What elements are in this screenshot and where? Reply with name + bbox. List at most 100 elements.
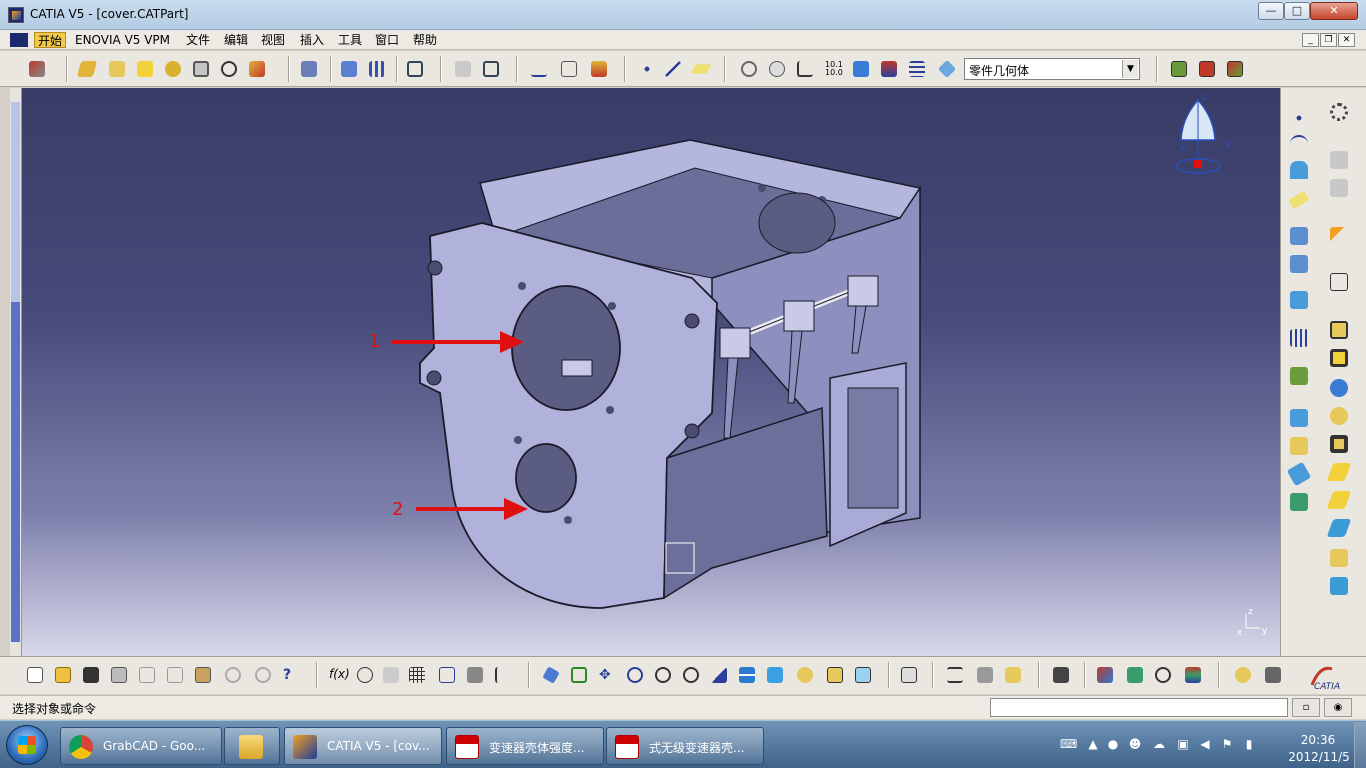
select-cursor-icon[interactable] — [1327, 224, 1351, 248]
view-mode-icon-2[interactable] — [1196, 58, 1218, 80]
measure-icon[interactable] — [588, 58, 610, 80]
measure-between-icon[interactable] — [944, 664, 966, 686]
groove-icon[interactable] — [162, 58, 184, 80]
show-hidden-icons-icon[interactable]: ▲ — [1086, 737, 1100, 751]
menu-start[interactable]: 开始 — [34, 32, 67, 48]
pad-icon[interactable] — [76, 58, 98, 80]
command-input[interactable] — [990, 698, 1288, 717]
pocket-icon[interactable] — [106, 58, 128, 80]
show-desktop-button[interactable] — [1354, 722, 1366, 768]
formula-icon[interactable]: f(x) — [326, 664, 350, 686]
cut-icon[interactable] — [136, 664, 158, 686]
render-icon[interactable] — [1182, 664, 1204, 686]
shaft-icon[interactable] — [1327, 376, 1351, 400]
knowledge-icon[interactable] — [380, 664, 402, 686]
analysis-icon[interactable] — [878, 58, 900, 80]
spline-icon[interactable] — [1287, 132, 1311, 156]
hole-icon[interactable] — [190, 58, 212, 80]
shaft-icon[interactable] — [134, 58, 156, 80]
material-icon[interactable] — [936, 58, 958, 80]
scene-icon[interactable] — [1152, 664, 1174, 686]
taskbar-item-chrome[interactable]: GrabCAD - Goo... — [60, 727, 222, 765]
3d-viewport[interactable]: 1 2 z x y z x y — [22, 88, 1280, 656]
network-icon[interactable]: ▮ — [1242, 737, 1256, 751]
geometry-body-select[interactable]: 零件几何体 ▼ — [964, 58, 1140, 80]
measure-inertia-icon[interactable] — [1002, 664, 1024, 686]
mechanism-icon[interactable] — [1262, 664, 1284, 686]
mdi-minimize-button[interactable]: _ — [1302, 33, 1319, 47]
view-mode-icon-1[interactable] — [1168, 58, 1190, 80]
sketch-plane-icon[interactable] — [1287, 188, 1311, 212]
print-icon[interactable] — [108, 664, 130, 686]
lock-icon[interactable] — [464, 664, 486, 686]
constraint-icon[interactable] — [480, 58, 502, 80]
fit-all-icon[interactable] — [404, 58, 426, 80]
point-icon[interactable] — [1287, 106, 1311, 130]
save-icon[interactable] — [80, 664, 102, 686]
text-annotation-icon[interactable] — [528, 58, 550, 80]
sectioning-icon[interactable] — [898, 664, 920, 686]
mdi-close-button[interactable]: ✕ — [1338, 33, 1355, 47]
measure-item-icon[interactable] — [974, 664, 996, 686]
gearbox-housing-model[interactable] — [419, 139, 921, 609]
pan-hand-icon[interactable] — [766, 58, 788, 80]
stiffener-icon[interactable] — [1326, 516, 1352, 540]
command-run-button[interactable]: ◉ — [1324, 698, 1352, 717]
menu-view[interactable]: 视图 — [258, 32, 288, 48]
fit-all-in-icon[interactable] — [568, 664, 590, 686]
open-folder-icon[interactable] — [52, 664, 74, 686]
rotate-icon[interactable] — [624, 664, 646, 686]
list-icon[interactable] — [906, 58, 928, 80]
grid-icon[interactable] — [1287, 326, 1311, 350]
normal-view-icon[interactable] — [708, 664, 730, 686]
command-history-button[interactable]: ▫ — [1292, 698, 1320, 717]
zoom-out-icon[interactable] — [680, 664, 702, 686]
zoom-in-icon[interactable] — [652, 664, 674, 686]
plane-icon[interactable] — [690, 58, 712, 80]
menu-tools[interactable]: 工具 — [335, 32, 365, 48]
scrollbar-thumb[interactable] — [11, 102, 20, 302]
axis-system-icon[interactable] — [794, 58, 816, 80]
start-button[interactable] — [6, 725, 48, 765]
pad-icon[interactable] — [1327, 318, 1351, 342]
line-icon[interactable] — [662, 58, 684, 80]
catia-app-icon[interactable] — [8, 7, 24, 23]
document-icon[interactable] — [10, 33, 28, 47]
pan-icon[interactable]: ✥ — [596, 664, 618, 686]
multi-view-icon[interactable] — [736, 664, 758, 686]
taskbar-item-explorer[interactable] — [224, 727, 280, 765]
menu-edit[interactable]: 编辑 — [221, 32, 251, 48]
multi-section-icon[interactable] — [1327, 546, 1351, 570]
remove-section-icon[interactable] — [1327, 574, 1351, 598]
view-mode-icon-3[interactable] — [1224, 58, 1246, 80]
iso-view-icon[interactable] — [764, 664, 786, 686]
cloud-icon[interactable]: ☁ — [1152, 737, 1166, 751]
fly-mode-icon[interactable] — [540, 664, 562, 686]
clock-time[interactable]: 20:36 — [1288, 733, 1348, 747]
sketch-analysis-icon[interactable] — [452, 58, 474, 80]
slot-icon[interactable] — [1326, 488, 1352, 512]
rib-icon[interactable] — [1326, 460, 1352, 484]
paste-icon[interactable] — [192, 664, 214, 686]
close-button[interactable]: ✕ — [1310, 2, 1358, 20]
menu-window[interactable]: 窗口 — [372, 32, 402, 48]
hole-icon[interactable] — [1327, 432, 1351, 456]
taskbar-item-catia[interactable]: CATIA V5 - [cov... — [284, 727, 442, 765]
sketch-icon[interactable] — [1327, 270, 1351, 294]
comment-icon[interactable] — [354, 664, 376, 686]
body-icon-1[interactable] — [1287, 224, 1311, 248]
hierarchy-icon[interactable] — [436, 664, 458, 686]
help-icon[interactable]: ? — [280, 664, 302, 686]
clock-date[interactable]: 2012/11/5 — [1286, 750, 1352, 764]
constraint-icon[interactable] — [1287, 364, 1311, 388]
taskbar-item-pdf-2[interactable]: 式无级变速器壳... — [606, 727, 764, 765]
body-icon-2[interactable] — [1287, 252, 1311, 276]
redo-icon[interactable] — [252, 664, 274, 686]
apply-material-icon[interactable] — [1094, 664, 1116, 686]
new-file-icon[interactable] — [24, 664, 46, 686]
point-icon[interactable] — [636, 58, 658, 80]
pattern-icon[interactable] — [366, 58, 388, 80]
dress-up-icon[interactable] — [298, 58, 320, 80]
shading-icon[interactable] — [794, 664, 816, 686]
minimize-button[interactable]: — — [1258, 2, 1284, 20]
